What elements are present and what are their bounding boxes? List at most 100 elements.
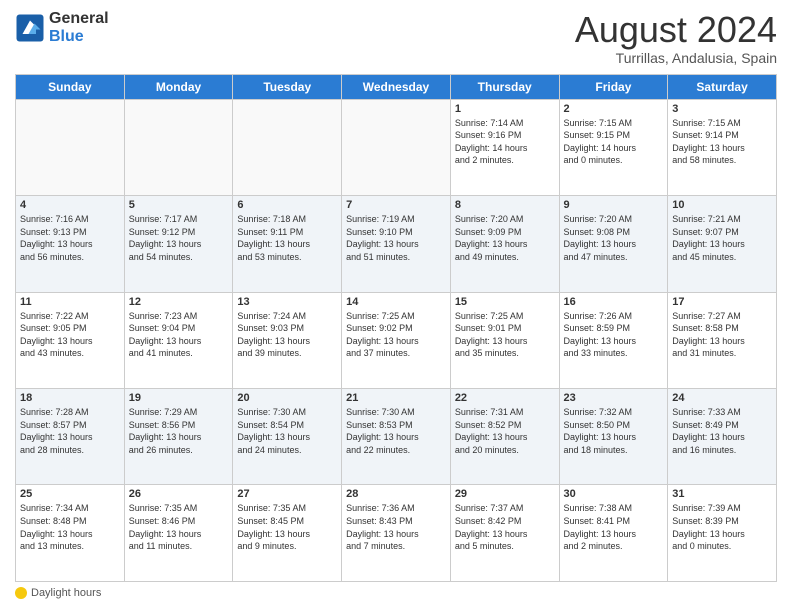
day-info: Sunrise: 7:30 AM Sunset: 8:53 PM Dayligh… xyxy=(346,406,446,456)
calendar-cell xyxy=(233,99,342,195)
weekday-header-sunday: Sunday xyxy=(16,74,125,99)
logo: General Blue xyxy=(15,10,109,46)
calendar-cell: 22 Sunrise: 7:31 AM Sunset: 8:52 PM Dayli… xyxy=(450,389,559,485)
calendar-cell: 1 Sunrise: 7:14 AM Sunset: 9:16 PM Daylig… xyxy=(450,99,559,195)
calendar-cell: 21 Sunrise: 7:30 AM Sunset: 8:53 PM Dayli… xyxy=(342,389,451,485)
calendar-cell: 28Sunrise: 7:36 AM Sunset: 8:43 PM Dayli… xyxy=(342,485,451,582)
day-number: 1 xyxy=(455,103,555,115)
calendar-cell: 25 Sunrise: 7:34 AM Sunset: 8:48 PM Dayli… xyxy=(16,485,125,582)
weekday-header-tuesday: Tuesday xyxy=(233,74,342,99)
day-info: Sunrise: 7:30 AM Sunset: 8:54 PM Dayligh… xyxy=(237,406,337,456)
weekday-header-thursday: Thursday xyxy=(450,74,559,99)
daylight-text: Daylight hours xyxy=(31,587,101,599)
calendar-cell xyxy=(16,99,125,195)
calendar-cell: 31 Sunrise: 7:39 AM Sunset: 8:39 PM Dayli… xyxy=(668,485,777,582)
day-number: 30 xyxy=(564,488,664,500)
calendar-cell: 7Sunrise: 7:19 AM Sunset: 9:10 PM Daylig… xyxy=(342,196,451,292)
day-number: 31 xyxy=(672,488,772,500)
weekday-header-friday: Friday xyxy=(559,74,668,99)
day-info: Sunrise: 7:15 AM Sunset: 9:15 PM Dayligh… xyxy=(564,117,664,167)
day-info: Sunrise: 7:31 AM Sunset: 8:52 PM Dayligh… xyxy=(455,406,555,456)
day-number: 13 xyxy=(237,296,337,308)
calendar-cell: 29Sunrise: 7:37 AM Sunset: 8:42 PM Dayli… xyxy=(450,485,559,582)
day-number: 21 xyxy=(346,392,446,404)
day-info: Sunrise: 7:18 AM Sunset: 9:11 PM Dayligh… xyxy=(237,213,337,263)
calendar-cell: 26Sunrise: 7:35 AM Sunset: 8:46 PM Dayli… xyxy=(124,485,233,582)
day-info: Sunrise: 7:29 AM Sunset: 8:56 PM Dayligh… xyxy=(129,406,229,456)
day-info: Sunrise: 7:20 AM Sunset: 9:08 PM Dayligh… xyxy=(564,213,664,263)
calendar-cell: 8 Sunrise: 7:20 AM Sunset: 9:09 PM Daylig… xyxy=(450,196,559,292)
day-info: Sunrise: 7:14 AM Sunset: 9:16 PM Dayligh… xyxy=(455,117,555,167)
calendar-cell: 12Sunrise: 7:23 AM Sunset: 9:04 PM Dayli… xyxy=(124,292,233,388)
weekday-header-wednesday: Wednesday xyxy=(342,74,451,99)
day-info: Sunrise: 7:26 AM Sunset: 8:59 PM Dayligh… xyxy=(564,310,664,360)
calendar-body: 1 Sunrise: 7:14 AM Sunset: 9:16 PM Daylig… xyxy=(16,99,777,581)
day-number: 17 xyxy=(672,296,772,308)
day-info: Sunrise: 7:17 AM Sunset: 9:12 PM Dayligh… xyxy=(129,213,229,263)
calendar-cell: 18 Sunrise: 7:28 AM Sunset: 8:57 PM Dayli… xyxy=(16,389,125,485)
day-info: Sunrise: 7:28 AM Sunset: 8:57 PM Dayligh… xyxy=(20,406,120,456)
day-number: 20 xyxy=(237,392,337,404)
day-info: Sunrise: 7:16 AM Sunset: 9:13 PM Dayligh… xyxy=(20,213,120,263)
calendar-table: SundayMondayTuesdayWednesdayThursdayFrid… xyxy=(15,74,777,582)
day-info: Sunrise: 7:34 AM Sunset: 8:48 PM Dayligh… xyxy=(20,502,120,552)
weekday-header-monday: Monday xyxy=(124,74,233,99)
calendar-cell: 27 Sunrise: 7:35 AM Sunset: 8:45 PM Dayli… xyxy=(233,485,342,582)
sun-icon xyxy=(15,587,27,599)
day-info: Sunrise: 7:36 AM Sunset: 8:43 PM Dayligh… xyxy=(346,502,446,552)
main-title: August 2024 xyxy=(575,10,777,50)
day-info: Sunrise: 7:25 AM Sunset: 9:02 PM Dayligh… xyxy=(346,310,446,360)
calendar-cell: 14 Sunrise: 7:25 AM Sunset: 9:02 PM Dayli… xyxy=(342,292,451,388)
calendar-cell: 30 Sunrise: 7:38 AM Sunset: 8:41 PM Dayli… xyxy=(559,485,668,582)
calendar-cell: 19 Sunrise: 7:29 AM Sunset: 8:56 PM Dayli… xyxy=(124,389,233,485)
calendar-cell: 5 Sunrise: 7:17 AM Sunset: 9:12 PM Daylig… xyxy=(124,196,233,292)
day-info: Sunrise: 7:39 AM Sunset: 8:39 PM Dayligh… xyxy=(672,502,772,552)
week-row-1: 1 Sunrise: 7:14 AM Sunset: 9:16 PM Daylig… xyxy=(16,99,777,195)
day-number: 18 xyxy=(20,392,120,404)
day-info: Sunrise: 7:35 AM Sunset: 8:45 PM Dayligh… xyxy=(237,502,337,552)
week-row-5: 25 Sunrise: 7:34 AM Sunset: 8:48 PM Dayli… xyxy=(16,485,777,582)
calendar-cell: 11Sunrise: 7:22 AM Sunset: 9:05 PM Dayli… xyxy=(16,292,125,388)
calendar-cell: 23 Sunrise: 7:32 AM Sunset: 8:50 PM Dayli… xyxy=(559,389,668,485)
day-info: Sunrise: 7:22 AM Sunset: 9:05 PM Dayligh… xyxy=(20,310,120,360)
calendar-cell: 16Sunrise: 7:26 AM Sunset: 8:59 PM Dayli… xyxy=(559,292,668,388)
day-number: 29 xyxy=(455,488,555,500)
day-info: Sunrise: 7:32 AM Sunset: 8:50 PM Dayligh… xyxy=(564,406,664,456)
day-number: 8 xyxy=(455,199,555,211)
day-number: 5 xyxy=(129,199,229,211)
calendar-cell: 10Sunrise: 7:21 AM Sunset: 9:07 PM Dayli… xyxy=(668,196,777,292)
day-number: 19 xyxy=(129,392,229,404)
day-info: Sunrise: 7:20 AM Sunset: 9:09 PM Dayligh… xyxy=(455,213,555,263)
weekday-row: SundayMondayTuesdayWednesdayThursdayFrid… xyxy=(16,74,777,99)
day-number: 22 xyxy=(455,392,555,404)
day-number: 14 xyxy=(346,296,446,308)
day-info: Sunrise: 7:19 AM Sunset: 9:10 PM Dayligh… xyxy=(346,213,446,263)
day-number: 26 xyxy=(129,488,229,500)
day-number: 15 xyxy=(455,296,555,308)
weekday-header-saturday: Saturday xyxy=(668,74,777,99)
day-number: 25 xyxy=(20,488,120,500)
logo-text: General Blue xyxy=(49,10,109,46)
title-block: August 2024 Turrillas, Andalusia, Spain xyxy=(575,10,777,66)
week-row-3: 11Sunrise: 7:22 AM Sunset: 9:05 PM Dayli… xyxy=(16,292,777,388)
day-info: Sunrise: 7:21 AM Sunset: 9:07 PM Dayligh… xyxy=(672,213,772,263)
day-number: 2 xyxy=(564,103,664,115)
day-info: Sunrise: 7:38 AM Sunset: 8:41 PM Dayligh… xyxy=(564,502,664,552)
calendar-cell xyxy=(342,99,451,195)
day-number: 23 xyxy=(564,392,664,404)
calendar-cell: 24Sunrise: 7:33 AM Sunset: 8:49 PM Dayli… xyxy=(668,389,777,485)
daylight-label: Daylight hours xyxy=(15,587,101,599)
week-row-2: 4 Sunrise: 7:16 AM Sunset: 9:13 PM Daylig… xyxy=(16,196,777,292)
day-number: 4 xyxy=(20,199,120,211)
header: General Blue August 2024 Turrillas, Anda… xyxy=(15,10,777,66)
day-number: 9 xyxy=(564,199,664,211)
subtitle: Turrillas, Andalusia, Spain xyxy=(575,50,777,66)
day-info: Sunrise: 7:33 AM Sunset: 8:49 PM Dayligh… xyxy=(672,406,772,456)
day-number: 12 xyxy=(129,296,229,308)
footer: Daylight hours xyxy=(15,587,777,602)
calendar-cell: 9 Sunrise: 7:20 AM Sunset: 9:08 PM Daylig… xyxy=(559,196,668,292)
week-row-4: 18 Sunrise: 7:28 AM Sunset: 8:57 PM Dayli… xyxy=(16,389,777,485)
logo-icon xyxy=(15,13,45,43)
day-number: 27 xyxy=(237,488,337,500)
calendar-cell: 3Sunrise: 7:15 AM Sunset: 9:14 PM Daylig… xyxy=(668,99,777,195)
